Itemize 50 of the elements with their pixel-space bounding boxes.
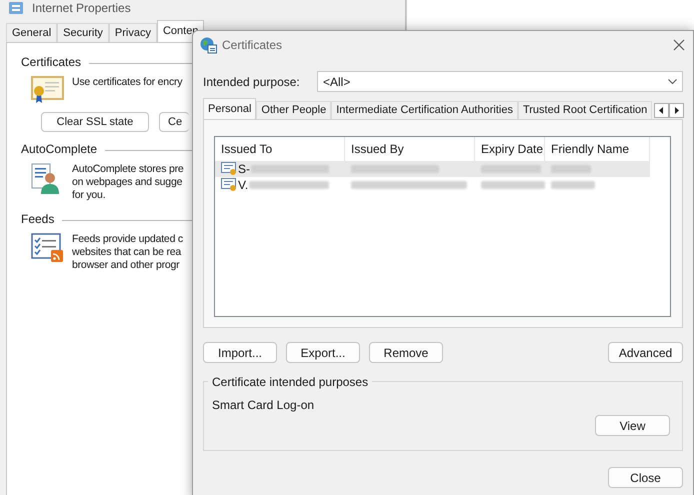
arrow-right-icon [674,107,680,114]
tab[interactable]: Security [57,23,109,42]
window-title: Internet Properties [32,0,131,17]
tab[interactable]: Other People [256,101,332,119]
description-text: websites that can be rea [72,246,182,259]
scroll-left-button[interactable] [654,103,670,118]
description-text: browser and other progr [72,259,180,272]
description-text: for you. [72,189,106,202]
globe-certificate-icon [200,36,217,54]
advanced-button[interactable]: Advanced [608,342,683,363]
blurred-text [551,181,595,189]
scroll-right-button[interactable] [669,103,684,118]
tab[interactable]: Privacy [108,23,157,42]
intended-purpose-dropdown[interactable]: <All> [317,71,683,92]
blurred-text [551,165,591,173]
chevron-down-icon [668,78,677,84]
purpose-text: Smart Card Log-on [212,397,314,414]
table-cell-text: S- [238,161,250,178]
form-with-person-icon [31,163,59,195]
tab[interactable]: Trusted Root Certification [518,101,652,119]
window-app-icon [8,0,24,16]
blurred-text [481,165,541,173]
description-text: Use certificates for encry [72,76,182,89]
table-cell-text: V. [238,177,248,194]
tab[interactable]: Personal [203,98,256,119]
checklist-feed-icon [31,233,65,263]
view-button[interactable]: View [595,415,670,436]
section-heading: Certificates [21,54,82,71]
button[interactable]: Export... [286,342,360,363]
close-button[interactable]: Close [608,467,683,488]
blurred-text [481,181,545,189]
button[interactable]: Remove [369,342,443,363]
field-label: Intended purpose: [203,74,301,90]
certificate-icon [221,162,237,176]
certificate-icon [31,76,65,104]
description-text: Feeds provide updated c [72,233,183,246]
arrow-left-icon [659,107,664,114]
button[interactable]: Clear SSL state [41,112,149,132]
section-heading: Feeds [21,211,54,228]
window-title: Certificates [222,37,282,54]
button[interactable]: Import... [203,342,277,363]
tab[interactable]: Intermediate Certification Authorities [331,101,518,119]
description-text: AutoComplete stores pre [72,163,184,176]
description-text: on webpages and sugge [72,176,184,189]
button[interactable]: Ce [159,112,189,132]
tab[interactable]: General [6,23,58,42]
close-icon[interactable] [673,39,685,51]
table-row[interactable]: S- [215,161,650,177]
certificate-icon [221,178,237,192]
section-heading: AutoComplete [21,141,98,158]
